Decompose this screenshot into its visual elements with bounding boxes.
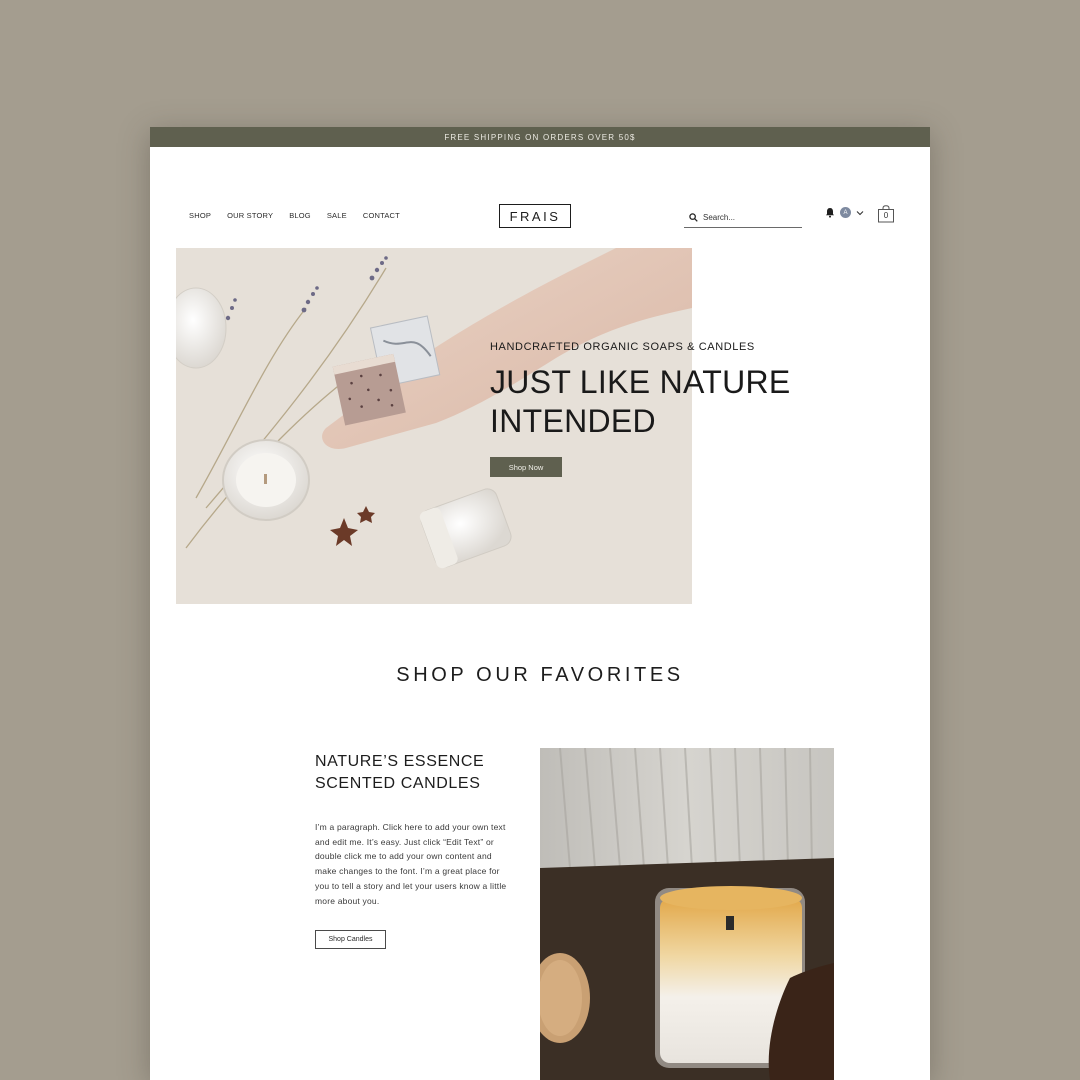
collection-title-line-2: SCENTED CANDLES: [315, 775, 481, 792]
nav-item-sale[interactable]: SALE: [327, 211, 347, 220]
shop-candles-button[interactable]: Shop Candles: [315, 930, 386, 950]
cart-count: 0: [883, 211, 889, 220]
favorites-title: SHOP OUR FAVORITES: [396, 664, 684, 686]
main-nav: SHOP OUR STORY BLOG SALE CONTACT: [189, 211, 400, 220]
avatar[interactable]: A: [840, 207, 851, 218]
collection-block: NATURE’S ESSENCE SCENTED CANDLES I’m a p…: [315, 751, 510, 950]
shop-now-button[interactable]: Shop Now: [490, 457, 562, 477]
hero-title-line-1: JUST LIKE NATURE: [490, 364, 791, 400]
site-header: SHOP OUR STORY BLOG SALE CONTACT FRAIS A: [150, 147, 930, 247]
account-area: A: [825, 207, 864, 218]
search-bar[interactable]: [684, 208, 802, 228]
nav-item-our-story[interactable]: OUR STORY: [227, 211, 273, 220]
search-icon: [689, 213, 698, 222]
hero-title: JUST LIKE NATURE INTENDED: [490, 363, 791, 441]
hero-subtitle: HANDCRAFTED ORGANIC SOAPS & CANDLES: [490, 341, 755, 353]
collection-title-line-1: NATURE’S ESSENCE: [315, 753, 485, 770]
nav-item-shop[interactable]: SHOP: [189, 211, 211, 220]
candle-image: [540, 748, 834, 1080]
candle-photo: [540, 748, 834, 1080]
hero-title-line-2: INTENDED: [490, 403, 656, 439]
chevron-down-icon[interactable]: [856, 210, 864, 216]
hero-text: HANDCRAFTED ORGANIC SOAPS & CANDLES JUST…: [490, 341, 791, 477]
announcement-bar: FREE SHIPPING ON ORDERS OVER 50$: [150, 127, 930, 147]
nav-item-blog[interactable]: BLOG: [289, 211, 311, 220]
search-input[interactable]: [703, 213, 793, 222]
site-frame: FREE SHIPPING ON ORDERS OVER 50$ SHOP OU…: [150, 127, 930, 1080]
nav-item-contact[interactable]: CONTACT: [363, 211, 400, 220]
collection-paragraph: I’m a paragraph. Click here to add your …: [315, 822, 507, 906]
site-logo[interactable]: FRAIS: [499, 204, 571, 228]
collection-title: NATURE’S ESSENCE SCENTED CANDLES: [315, 751, 510, 795]
cart-button[interactable]: 0: [877, 205, 895, 223]
bell-icon[interactable]: [825, 207, 835, 218]
